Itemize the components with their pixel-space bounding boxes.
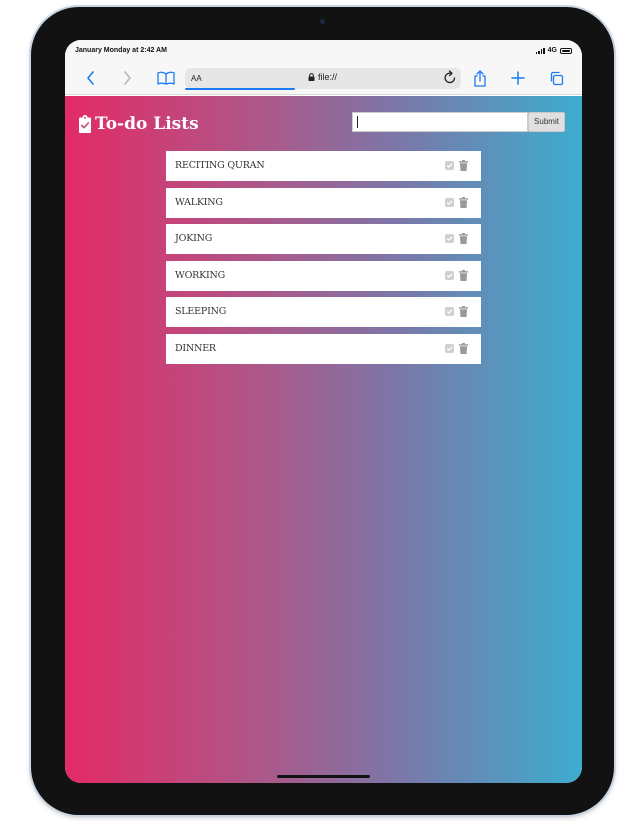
book-icon[interactable] xyxy=(156,68,176,88)
lock-icon xyxy=(308,73,315,81)
text-size-button[interactable]: AA xyxy=(191,74,202,83)
todo-list: RECITING QURAN WALKING JOKING WORKING SL xyxy=(166,151,481,371)
url-text: file:// xyxy=(318,72,338,82)
todo-item: DINNER xyxy=(166,333,481,364)
app-body: To-do Lists Submit RECITING QURAN WALKIN… xyxy=(65,96,582,783)
task-input[interactable] xyxy=(352,112,528,132)
todo-item: RECITING QURAN xyxy=(166,151,481,181)
address-bar[interactable]: AA file:// xyxy=(185,68,461,90)
trash-icon[interactable] xyxy=(459,233,468,245)
reload-icon[interactable] xyxy=(443,70,457,87)
check-square-icon[interactable] xyxy=(445,343,454,353)
check-square-icon[interactable] xyxy=(445,161,454,170)
check-square-icon[interactable] xyxy=(445,197,454,207)
clipboard-check-icon xyxy=(79,114,91,133)
trash-icon[interactable] xyxy=(459,342,468,354)
battery-icon xyxy=(560,47,572,54)
todo-text: DINNER xyxy=(175,342,216,354)
plus-icon[interactable] xyxy=(508,68,528,88)
todo-text: JOKING xyxy=(175,233,213,245)
trash-icon[interactable] xyxy=(459,269,468,281)
signal-icon xyxy=(535,47,545,54)
status-bar: January Monday at 2:42 AM 4G xyxy=(65,40,582,62)
home-indicator[interactable] xyxy=(277,775,370,778)
trash-icon[interactable] xyxy=(459,160,468,171)
todo-item: JOKING xyxy=(166,224,481,255)
check-square-icon[interactable] xyxy=(445,234,454,244)
todo-item: WALKING xyxy=(166,187,481,218)
check-square-icon[interactable] xyxy=(445,307,454,317)
tabs-icon[interactable] xyxy=(546,68,566,88)
page-title: To-do Lists xyxy=(78,114,199,134)
camera-icon xyxy=(320,19,325,24)
todo-item: SLEEPING xyxy=(166,297,481,328)
text-cursor xyxy=(357,116,358,128)
status-time: January Monday at 2:42 AM xyxy=(75,47,167,54)
todo-text: SLEEPING xyxy=(175,306,227,318)
todo-text: RECITING QURAN xyxy=(175,160,265,171)
trash-icon[interactable] xyxy=(459,306,468,318)
todo-item: WORKING xyxy=(166,260,481,291)
chevron-right-icon[interactable] xyxy=(117,68,137,88)
page-load-progress xyxy=(185,88,295,90)
network-label: 4G xyxy=(547,47,557,54)
todo-text: WALKING xyxy=(175,196,223,208)
share-icon[interactable] xyxy=(470,68,490,88)
status-indicators: 4G xyxy=(535,47,572,54)
browser-toolbar: AA file:// xyxy=(65,62,582,95)
url-display[interactable]: file:// xyxy=(308,72,337,82)
submit-button[interactable]: Submit xyxy=(528,112,565,132)
title-text: To-do Lists xyxy=(95,114,199,134)
chevron-left-icon[interactable] xyxy=(81,68,101,88)
trash-icon[interactable] xyxy=(459,196,468,208)
check-square-icon[interactable] xyxy=(445,270,454,280)
screen: January Monday at 2:42 AM 4G AA file:// xyxy=(65,40,582,783)
todo-text: WORKING xyxy=(175,269,226,281)
